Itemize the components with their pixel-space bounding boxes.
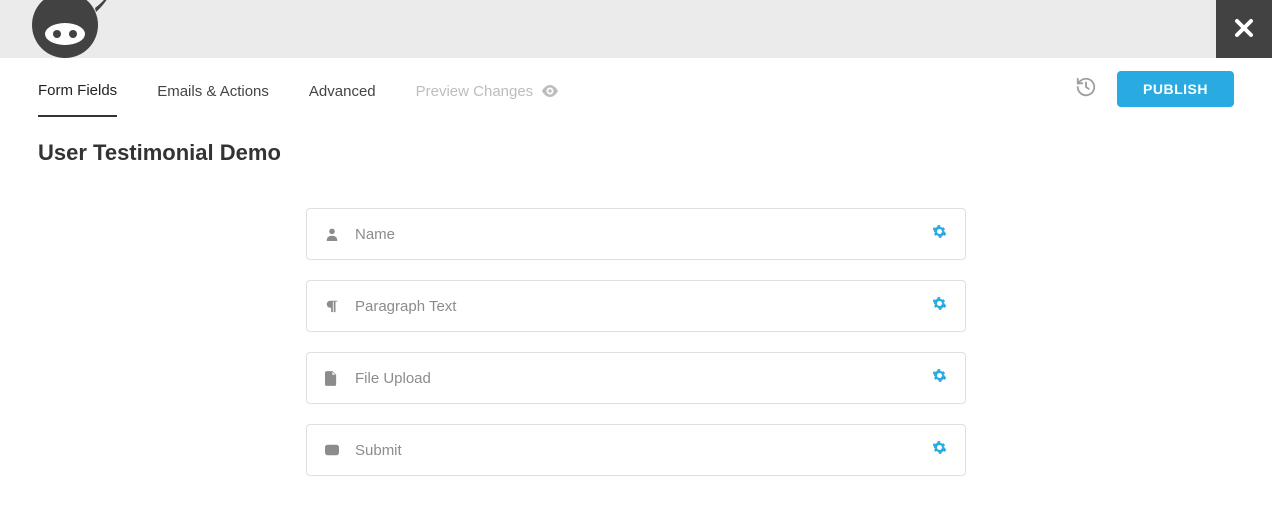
- field-row-name[interactable]: Name: [306, 208, 966, 260]
- form-title: User Testimonial Demo: [38, 140, 1234, 166]
- field-row-submit[interactable]: Submit: [306, 424, 966, 476]
- field-label: Name: [355, 226, 932, 243]
- user-icon: [325, 227, 349, 241]
- eye-icon: [541, 85, 559, 97]
- close-icon: [1234, 13, 1254, 45]
- top-bar: [0, 0, 1272, 58]
- paragraph-icon: [325, 299, 349, 313]
- field-row-paragraph[interactable]: Paragraph Text: [306, 280, 966, 332]
- tab-form-fields[interactable]: Form Fields: [38, 62, 117, 117]
- file-icon: [325, 371, 349, 386]
- tab-label: Form Fields: [38, 82, 117, 99]
- field-label: File Upload: [355, 370, 932, 387]
- gear-icon[interactable]: [932, 440, 947, 460]
- tab-advanced[interactable]: Advanced: [309, 63, 376, 116]
- publish-button[interactable]: PUBLISH: [1117, 71, 1234, 107]
- tab-label: Emails & Actions: [157, 83, 269, 100]
- publish-label: PUBLISH: [1143, 81, 1208, 97]
- field-label: Paragraph Text: [355, 298, 932, 315]
- tab-label: Advanced: [309, 83, 376, 100]
- tab-emails-actions[interactable]: Emails & Actions: [157, 63, 269, 116]
- field-row-file-upload[interactable]: File Upload: [306, 352, 966, 404]
- nav-row: Form Fields Emails & Actions Advanced Pr…: [38, 58, 1234, 120]
- gear-icon[interactable]: [932, 368, 947, 388]
- tab-preview-changes: Preview Changes: [416, 63, 560, 116]
- close-button[interactable]: [1216, 0, 1272, 58]
- gear-icon[interactable]: [932, 296, 947, 316]
- gear-icon[interactable]: [932, 224, 947, 244]
- history-button[interactable]: [1075, 76, 1097, 103]
- ninja-logo: [20, 0, 110, 65]
- tab-bar: Form Fields Emails & Actions Advanced Pr…: [38, 62, 559, 117]
- history-icon: [1075, 76, 1097, 103]
- tab-label: Preview Changes: [416, 83, 534, 100]
- submit-icon: [325, 444, 349, 456]
- main-area: Form Fields Emails & Actions Advanced Pr…: [0, 58, 1272, 476]
- fields-list: Name Paragraph Text File Upload: [306, 208, 966, 476]
- field-label: Submit: [355, 442, 932, 459]
